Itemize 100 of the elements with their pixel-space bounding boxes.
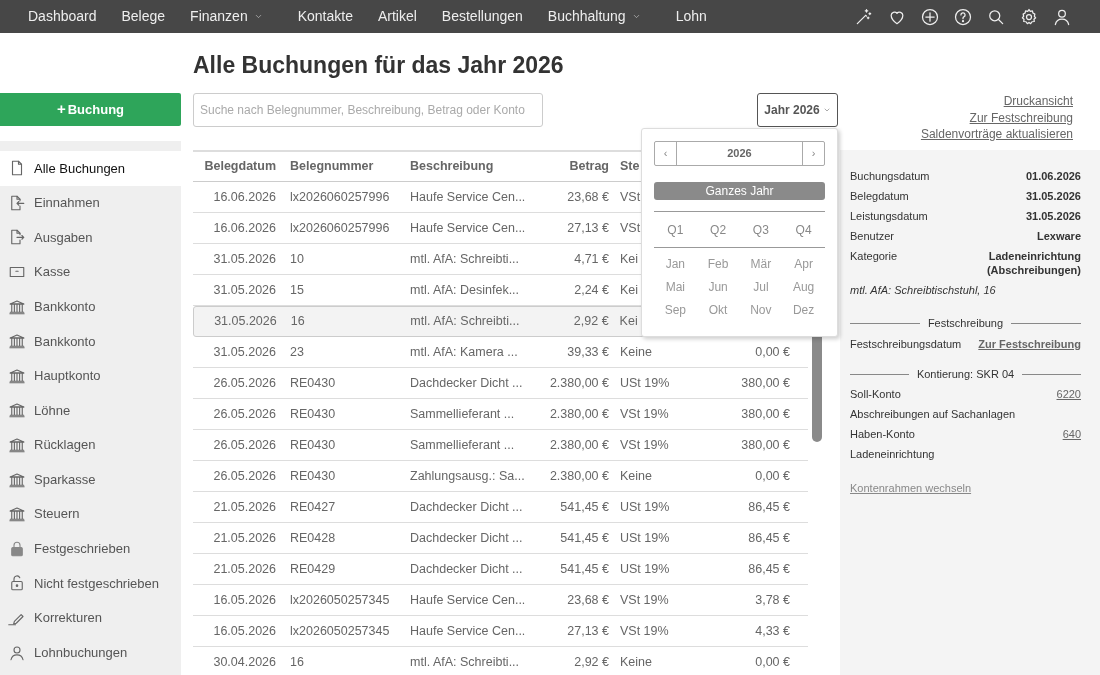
table-row[interactable]: 26.05.2026 RE0430 Dachdecker Dicht ... 2.380,00 € USt 19% 380,00 € (193, 368, 808, 399)
table-cell: 86,45 € (748, 561, 790, 576)
field-label: Buchungsdatum (850, 169, 930, 183)
table-cell: Keine (620, 468, 652, 483)
magic-wand-icon (854, 6, 874, 27)
link[interactable]: Saldenvorträge aktualisieren (920, 126, 1073, 143)
link[interactable]: Druckansicht (1003, 93, 1073, 110)
table-cell: USt 19% (620, 530, 670, 545)
table-cell: 26.05.2026 (213, 406, 276, 421)
bank-icon (8, 297, 26, 316)
nav-link[interactable]: Belege (121, 6, 166, 27)
nav-link[interactable]: Finanzen (190, 6, 263, 27)
column-header[interactable]: Ste (620, 159, 640, 174)
table-row[interactable]: 21.05.2026 RE0428 Dachdecker Dicht ... 541,45 € USt 19% 86,45 € (193, 523, 808, 554)
year-dropdown[interactable]: Jahr 2026 (757, 93, 838, 127)
sidebar-item[interactable]: Alle Buchungen (0, 151, 181, 186)
table-cell: 31.05.2026 (213, 251, 276, 266)
nav-link[interactable]: Kontakte (297, 6, 353, 27)
search-field[interactable]: Suche nach Belegnummer, Beschreibung, Betrag oder Konto (193, 93, 543, 127)
table-row[interactable]: 26.05.2026 RE0430 Zahlungsausg.: Sa... 2.380,00 € Keine 0,00 € (193, 461, 808, 492)
table-cell: 86,45 € (748, 499, 790, 514)
table-cell: 16.06.2026 (213, 220, 276, 235)
previous-year-button[interactable]: ‹ (655, 142, 677, 165)
table-cell: Kei (620, 282, 639, 297)
link[interactable]: Zur Festschreibung (969, 109, 1073, 126)
column-header[interactable]: Belegnummer (290, 159, 374, 174)
table-cell: 16 (290, 654, 304, 669)
field-value: Lexware (1035, 229, 1081, 243)
table-cell: mtl. AfA: Schreibti... (410, 251, 520, 266)
table-cell: 26.05.2026 (213, 375, 276, 390)
account-link[interactable]: 6220 (1056, 387, 1081, 401)
whole-year-option[interactable]: Ganzes Jahr (654, 182, 825, 200)
table-row[interactable]: 16.05.2026 lx2026050257345 Haufe Service Cen... 23,68 € VSt 19% 3,78 € (193, 585, 808, 616)
quarter-option[interactable]: Q2 (696, 220, 740, 239)
table-cell: lx2026050257345 (290, 592, 390, 607)
field-value: 31.05.2026 (1024, 209, 1081, 223)
table-cell: 2,92 € (573, 314, 609, 329)
field-value: 01.06.2026 (1024, 169, 1081, 183)
bank-icon (8, 505, 26, 524)
bank-icon (8, 470, 26, 489)
account-link[interactable]: 640 (1062, 427, 1081, 441)
table-row[interactable]: 16.05.2026 lx2026050257345 Haufe Service Cen... 27,13 € VSt 19% 4,33 € (193, 616, 808, 647)
column-header[interactable]: Belegdatum (204, 159, 276, 174)
table-cell: 31.05.2026 (213, 344, 276, 359)
table-row[interactable]: 26.05.2026 RE0430 Sammellieferant ... 2.380,00 € VSt 19% 380,00 € (193, 430, 808, 461)
table-cell: USt 19% (620, 375, 670, 390)
table-cell: 86,45 € (748, 530, 790, 545)
table-cell: Zahlungsausg.: Sa... (410, 468, 525, 483)
document-arrow-out-icon (8, 228, 26, 247)
table-cell: Sammellieferant ... (410, 406, 515, 421)
field-label: Haben-Konto (850, 427, 915, 441)
column-header[interactable]: Betrag (569, 159, 609, 174)
help-button[interactable] (953, 6, 973, 27)
table-cell: Dachdecker Dicht ... (410, 530, 523, 545)
table-row[interactable]: 30.04.2026 16 mtl. AfA: Schreibti... 2,92 € Keine 0,00 € (193, 647, 808, 675)
table-cell: RE0430 (290, 437, 336, 452)
bank-icon (8, 366, 26, 385)
table-cell: 380,00 € (741, 437, 790, 452)
magic-wand-button[interactable] (854, 6, 874, 27)
table-cell: 15 (290, 282, 304, 297)
table-cell: 31.05.2026 (213, 282, 276, 297)
table-cell: Haufe Service Cen... (410, 623, 526, 638)
field-label: Soll-Konto (850, 387, 901, 401)
table-cell: 27,13 € (567, 623, 609, 638)
settings-icon (1019, 6, 1039, 27)
table-cell: 2.380,00 € (549, 468, 609, 483)
nav-link[interactable]: Lohn (675, 6, 707, 27)
lock-icon (8, 539, 26, 558)
table-cell: Sammellieferant ... (410, 437, 515, 452)
table-cell: 3,78 € (755, 592, 790, 607)
table-cell: RE0429 (290, 561, 336, 576)
field-label: Belegdatum (850, 189, 909, 203)
table-cell: VSt (620, 189, 641, 204)
quarter-option[interactable]: Q1 (654, 220, 697, 239)
table-cell: 2,24 € (574, 282, 609, 297)
table-cell: VSt 19% (620, 406, 669, 421)
table-cell: 16.05.2026 (213, 592, 276, 607)
table-cell: 541,45 € (560, 530, 609, 545)
add-button[interactable] (920, 6, 940, 27)
change-chart-link[interactable]: Kontenrahmen wechseln (850, 481, 972, 495)
new-booking-button[interactable]: +Buchung (0, 93, 181, 126)
quarter-option[interactable]: Q3 (739, 220, 783, 239)
nav-link[interactable]: Bestellungen (441, 6, 523, 27)
nav-link[interactable]: Buchhaltung (547, 6, 641, 27)
page-title: Alle Buchungen für das Jahr 2026 (193, 51, 565, 80)
table-row[interactable]: 21.05.2026 RE0429 Dachdecker Dicht ... 541,45 € USt 19% 86,45 € (193, 554, 808, 585)
table-row[interactable]: 26.05.2026 RE0430 Sammellieferant ... 2.380,00 € VSt 19% 380,00 € (193, 399, 808, 430)
lock-link[interactable]: Zur Festschreibung (978, 337, 1081, 351)
nav-link[interactable]: Dashboard (28, 6, 97, 27)
table-cell: lx2026060257996 (290, 220, 390, 235)
column-header[interactable]: Beschreibung (410, 159, 494, 174)
table-cell: VSt (620, 220, 641, 235)
table-cell: 21.05.2026 (213, 561, 276, 576)
nav-link[interactable]: Artikel (377, 6, 417, 27)
user-icon (8, 643, 26, 662)
settings-button[interactable] (1019, 6, 1039, 27)
document-arrow-in-icon (8, 193, 26, 212)
add-icon (920, 6, 940, 27)
table-row[interactable]: 21.05.2026 RE0427 Dachdecker Dicht ... 541,45 € USt 19% 86,45 € (193, 492, 808, 523)
next-year-button[interactable]: › (802, 142, 824, 165)
